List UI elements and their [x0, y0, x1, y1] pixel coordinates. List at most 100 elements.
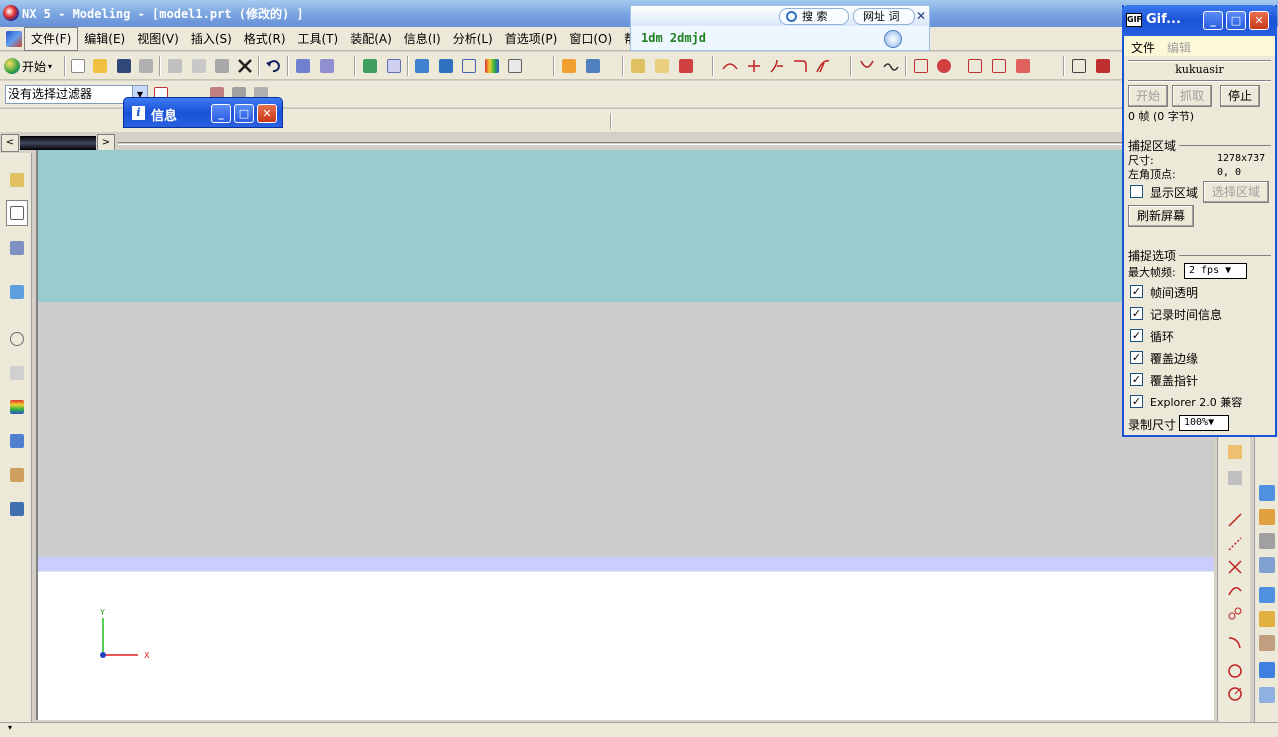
- gif-minimize-button[interactable]: _: [1203, 11, 1223, 30]
- gif-close-button[interactable]: ✕: [1249, 11, 1269, 30]
- open-file-button[interactable]: [91, 57, 109, 75]
- search-close-button[interactable]: ✕: [913, 8, 929, 24]
- surface-tool-2[interactable]: [935, 57, 953, 75]
- gif-stop-button[interactable]: 停止: [1220, 85, 1260, 107]
- resource-roles[interactable]: [6, 462, 28, 488]
- resource-assembly-navigator[interactable]: [6, 167, 28, 193]
- minimize-button[interactable]: _: [211, 104, 231, 123]
- rt-cross-button[interactable]: [1226, 558, 1244, 576]
- scroll-thumb[interactable]: [20, 136, 96, 150]
- graphics-window[interactable]: Y X: [36, 150, 1214, 720]
- surface-tool-1[interactable]: [912, 57, 930, 75]
- rt-circle-button-2[interactable]: [1226, 662, 1244, 680]
- shaded-edges-button[interactable]: [437, 57, 455, 75]
- select-area-button[interactable]: 选择区域: [1203, 181, 1269, 203]
- repeat-command-button[interactable]: [294, 57, 312, 75]
- fit-button[interactable]: [385, 57, 403, 75]
- gif-menu-edit[interactable]: 编辑: [1167, 39, 1191, 56]
- menu-insert[interactable]: 插入(S): [185, 27, 238, 51]
- new-file-button[interactable]: [69, 57, 87, 75]
- save-button[interactable]: [115, 57, 133, 75]
- undo-button[interactable]: [264, 57, 282, 75]
- gif-menu-file[interactable]: 文件: [1131, 39, 1155, 56]
- checkbox-cover-pointer[interactable]: ✓: [1130, 373, 1143, 386]
- extrude-icon[interactable]: [1259, 485, 1275, 501]
- checkbox-loop[interactable]: ✓: [1130, 329, 1143, 342]
- close-button[interactable]: ✕: [257, 104, 277, 123]
- document-icon[interactable]: [6, 31, 22, 47]
- boss-icon[interactable]: [1259, 557, 1275, 573]
- surface-tool-3[interactable]: [966, 57, 984, 75]
- cone-icon[interactable]: [1259, 687, 1275, 703]
- start-button[interactable]: 开始 ▾: [4, 56, 52, 76]
- checkbox-record-timing[interactable]: ✓: [1130, 307, 1143, 320]
- search-tab[interactable]: 搜 索: [779, 8, 849, 25]
- curve-tool-2[interactable]: [745, 57, 763, 75]
- gif-maximize-button[interactable]: □: [1226, 11, 1246, 30]
- resource-materials[interactable]: [6, 394, 28, 420]
- measure-distance-button[interactable]: [629, 57, 647, 75]
- menu-preferences[interactable]: 首选项(P): [499, 27, 564, 51]
- menu-edit[interactable]: 编辑(E): [78, 27, 131, 51]
- menu-tools[interactable]: 工具(T): [292, 27, 345, 51]
- nx-app-icon[interactable]: [3, 5, 19, 21]
- rt-circle-button[interactable]: [1226, 605, 1244, 623]
- command-finder-button[interactable]: [318, 57, 336, 75]
- sketch-button[interactable]: [560, 57, 578, 75]
- rt-arc-center-button[interactable]: [1226, 685, 1244, 703]
- resource-history[interactable]: [6, 326, 28, 352]
- checkbox-frame-transparency[interactable]: ✓: [1130, 285, 1143, 298]
- resource-constraint-navigator[interactable]: [6, 235, 28, 261]
- curve-tool-3[interactable]: [768, 57, 786, 75]
- cylinder-icon[interactable]: [1259, 662, 1275, 678]
- curve-tool-5[interactable]: [814, 57, 832, 75]
- menu-information[interactable]: 信息(I): [398, 27, 447, 51]
- block-icon[interactable]: [1259, 587, 1275, 603]
- paste-button[interactable]: [213, 57, 231, 75]
- copy-button[interactable]: [190, 57, 208, 75]
- search-go-icon[interactable]: [884, 30, 902, 48]
- face-analysis-button[interactable]: [483, 57, 501, 75]
- refresh-button[interactable]: [361, 57, 379, 75]
- menu-window[interactable]: 窗口(O): [563, 27, 618, 51]
- resource-process-studio[interactable]: [6, 428, 28, 454]
- menu-format[interactable]: 格式(R): [238, 27, 292, 51]
- rt-dashed-line-button[interactable]: [1226, 535, 1244, 553]
- info-window[interactable]: i 信息 _ □ ✕: [123, 97, 283, 128]
- checkbox-cover-edges[interactable]: ✓: [1130, 351, 1143, 364]
- surface-tool-5[interactable]: [1014, 57, 1032, 75]
- gif-capture-button[interactable]: 抓取: [1172, 85, 1212, 107]
- shaded-view-button[interactable]: [413, 57, 431, 75]
- gif-title-bar[interactable]: GIF Gif... _ □ ✕: [1122, 5, 1277, 36]
- spline-button[interactable]: [882, 57, 900, 75]
- revolve-icon[interactable]: [1259, 509, 1275, 525]
- edge-blend-icon[interactable]: [1259, 611, 1275, 627]
- resource-part-navigator[interactable]: [6, 200, 28, 226]
- show-area-checkbox[interactable]: [1130, 185, 1143, 198]
- hole-icon[interactable]: [1259, 533, 1275, 549]
- max-fps-select[interactable]: 2 fps ▼: [1184, 263, 1247, 279]
- view-orientation-button[interactable]: [506, 57, 524, 75]
- chamfer-icon[interactable]: [1259, 635, 1275, 651]
- menu-assembly[interactable]: 装配(A): [344, 27, 398, 51]
- measure-angle-button[interactable]: [653, 57, 671, 75]
- rt-plane-button[interactable]: [1226, 469, 1244, 487]
- refresh-screen-button[interactable]: 刷新屏幕: [1128, 205, 1194, 227]
- wireframe-button[interactable]: [460, 57, 478, 75]
- scroll-left-button[interactable]: <: [1, 134, 19, 152]
- snap-button[interactable]: [1070, 57, 1088, 75]
- resource-reuse-library[interactable]: [6, 360, 28, 386]
- resource-web-browser[interactable]: [6, 279, 28, 305]
- rt-box-button[interactable]: [1226, 443, 1244, 461]
- rt-fillet-button[interactable]: [1226, 634, 1244, 652]
- rt-arc-button[interactable]: [1226, 581, 1244, 599]
- delete-button[interactable]: [236, 57, 254, 75]
- gif-start-button[interactable]: 开始: [1128, 85, 1168, 107]
- record-size-select[interactable]: 100%▼: [1179, 415, 1229, 431]
- print-button[interactable]: [137, 57, 155, 75]
- url-tab[interactable]: 网址 词: [853, 8, 915, 25]
- rt-line-button[interactable]: [1226, 511, 1244, 529]
- maximize-button[interactable]: □: [234, 104, 254, 123]
- edit-curve-button[interactable]: [858, 57, 876, 75]
- measure-button[interactable]: [677, 57, 695, 75]
